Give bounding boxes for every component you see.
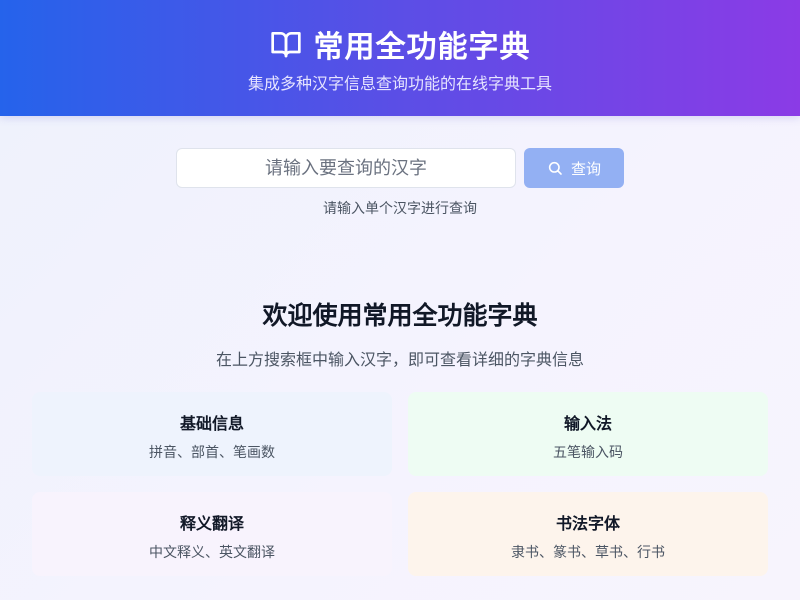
search-button[interactable]: 查询 (524, 148, 624, 188)
feature-card-description: 五笔输入码 (553, 445, 623, 461)
search-hint: 请输入单个汉字进行查询 (323, 201, 477, 217)
feature-card-description: 隶书、篆书、草书、行书 (511, 545, 665, 561)
search-icon (548, 161, 562, 175)
welcome-title: 欢迎使用常用全功能字典 (262, 301, 538, 330)
feature-card-title: 输入法 (563, 414, 612, 433)
feature-card-description: 拼音、部首、笔画数 (149, 445, 275, 461)
feature-card-title: 释义翻译 (179, 514, 244, 533)
book-open-icon (270, 32, 301, 58)
app-title: 常用全功能字典 (313, 30, 531, 65)
welcome-subtitle: 在上方搜索框中输入汉字，即可查看详细的字典信息 (215, 350, 584, 369)
feature-card-title: 基础信息 (179, 414, 244, 433)
feature-card-definition: 释义翻译 中文释义、英文翻译 (32, 492, 392, 576)
title-row: 常用全功能字典 (0, 22, 800, 66)
search-input[interactable] (176, 148, 516, 188)
app-subtitle: 集成多种汉字信息查询功能的在线字典工具 (247, 74, 552, 93)
feature-card-title: 书法字体 (555, 514, 620, 533)
feature-card-basic-info: 基础信息 拼音、部首、笔画数 (32, 392, 392, 476)
feature-card-description: 中文释义、英文翻译 (149, 545, 275, 561)
feature-card-calligraphy: 书法字体 隶书、篆书、草书、行书 (408, 492, 768, 576)
feature-card-input-method: 输入法 五笔输入码 (408, 392, 768, 476)
app-header: 常用全功能字典 集成多种汉字信息查询功能的在线字典工具 (0, 0, 800, 116)
search-button-label: 查询 (570, 159, 601, 178)
